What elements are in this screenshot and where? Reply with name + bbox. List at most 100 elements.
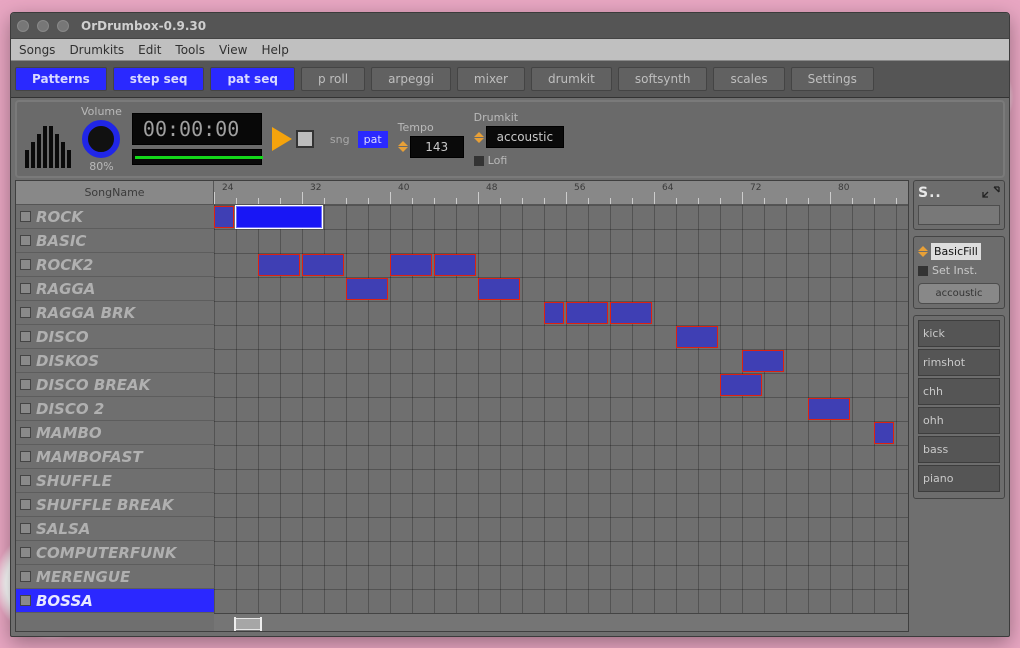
track-row[interactable]: RAGGA <box>16 277 214 301</box>
close-icon[interactable] <box>17 20 29 32</box>
sequence-grid[interactable] <box>214 205 908 613</box>
titlebar[interactable]: OrDrumbox-0.9.30 <box>11 13 1009 39</box>
track-row[interactable]: MERENGUE <box>16 565 214 589</box>
instrument-item[interactable]: kick <box>918 320 1000 347</box>
tab-step-seq[interactable]: step seq <box>113 67 205 91</box>
track-row[interactable]: MAMBOFAST <box>16 445 214 469</box>
track-row[interactable]: DISCO 2 <box>16 397 214 421</box>
tab-Settings[interactable]: Settings <box>791 67 874 91</box>
track-mute-checkbox[interactable] <box>20 499 31 510</box>
instrument-item[interactable]: piano <box>918 465 1000 492</box>
menu-tools[interactable]: Tools <box>175 43 205 60</box>
track-mute-checkbox[interactable] <box>20 427 31 438</box>
track-mute-checkbox[interactable] <box>20 403 31 414</box>
track-mute-checkbox[interactable] <box>20 331 31 342</box>
menu-drumkits[interactable]: Drumkits <box>69 43 124 60</box>
tempo-stepper[interactable] <box>398 141 408 152</box>
progress-bar[interactable] <box>132 149 262 165</box>
track-row[interactable]: BASIC <box>16 229 214 253</box>
tab-arpeggi[interactable]: arpeggi <box>371 67 451 91</box>
setinst-checkbox[interactable] <box>918 266 928 276</box>
tab-drumkit[interactable]: drumkit <box>531 67 612 91</box>
pattern-block[interactable] <box>214 206 234 228</box>
minimize-icon[interactable] <box>37 20 49 32</box>
track-row[interactable]: ROCK <box>16 205 214 229</box>
kit-button[interactable]: accoustic <box>918 283 1000 304</box>
track-mute-checkbox[interactable] <box>20 523 31 534</box>
pattern-block[interactable] <box>346 278 388 300</box>
tab-scales[interactable]: scales <box>713 67 784 91</box>
instrument-item[interactable]: ohh <box>918 407 1000 434</box>
track-mute-checkbox[interactable] <box>20 235 31 246</box>
play-button[interactable] <box>272 127 292 151</box>
track-name: MAMBOFAST <box>36 448 143 466</box>
track-row[interactable]: COMPUTERFUNK <box>16 541 214 565</box>
tab-p-roll[interactable]: p roll <box>301 67 365 91</box>
pattern-block[interactable] <box>742 350 784 372</box>
pattern-block[interactable] <box>610 302 652 324</box>
track-row[interactable]: MAMBO <box>16 421 214 445</box>
pattern-block[interactable] <box>258 254 300 276</box>
track-row[interactable]: SALSA <box>16 517 214 541</box>
horizontal-scrollbar[interactable] <box>214 613 908 631</box>
track-row[interactable]: DISCO BREAK <box>16 373 214 397</box>
drumkit-label: Drumkit <box>474 111 564 124</box>
track-row[interactable]: DISKOS <box>16 349 214 373</box>
pattern-block[interactable] <box>236 206 322 228</box>
track-row[interactable]: RAGGA BRK <box>16 301 214 325</box>
track-row[interactable]: SHUFFLE <box>16 469 214 493</box>
tab-pat-seq[interactable]: pat seq <box>210 67 294 91</box>
track-row[interactable]: DISCO <box>16 325 214 349</box>
tab-mixer[interactable]: mixer <box>457 67 525 91</box>
pattern-block[interactable] <box>676 326 718 348</box>
track-mute-checkbox[interactable] <box>20 595 31 606</box>
pattern-block[interactable] <box>808 398 850 420</box>
drumkit-stepper[interactable] <box>474 132 484 143</box>
drumkit-select[interactable]: accoustic <box>486 126 564 148</box>
side-search-input[interactable] <box>918 205 1000 225</box>
track-mute-checkbox[interactable] <box>20 259 31 270</box>
instrument-item[interactable]: rimshot <box>918 349 1000 376</box>
track-mute-checkbox[interactable] <box>20 211 31 222</box>
pattern-block[interactable] <box>390 254 432 276</box>
menu-edit[interactable]: Edit <box>138 43 161 60</box>
pattern-block[interactable] <box>874 422 894 444</box>
track-row[interactable]: BOSSA <box>16 589 214 613</box>
mode-song-chip[interactable]: sng <box>324 131 356 148</box>
track-mute-checkbox[interactable] <box>20 547 31 558</box>
track-mute-checkbox[interactable] <box>20 451 31 462</box>
pattern-block[interactable] <box>302 254 344 276</box>
knob-icon[interactable] <box>82 120 120 158</box>
track-mute-checkbox[interactable] <box>20 283 31 294</box>
mode-pattern-chip[interactable]: pat <box>358 131 388 148</box>
fill-stepper[interactable] <box>918 246 928 257</box>
track-mute-checkbox[interactable] <box>20 475 31 486</box>
pattern-block[interactable] <box>720 374 762 396</box>
time-ruler[interactable]: 2432404856647280 <box>214 181 908 205</box>
volume-knob[interactable]: Volume 80% <box>81 105 122 173</box>
maximize-icon[interactable] <box>57 20 69 32</box>
tab-softsynth[interactable]: softsynth <box>618 67 708 91</box>
track-mute-checkbox[interactable] <box>20 571 31 582</box>
track-mute-checkbox[interactable] <box>20 355 31 366</box>
pattern-block[interactable] <box>434 254 476 276</box>
track-mute-checkbox[interactable] <box>20 307 31 318</box>
scroll-thumb[interactable] <box>234 618 262 630</box>
pattern-block[interactable] <box>566 302 608 324</box>
tempo-input[interactable]: 143 <box>410 136 464 158</box>
ruler-label: 64 <box>662 183 673 193</box>
instrument-item[interactable]: chh <box>918 378 1000 405</box>
stop-button[interactable] <box>296 130 314 148</box>
track-mute-checkbox[interactable] <box>20 379 31 390</box>
menu-help[interactable]: Help <box>261 43 288 60</box>
expand-icon[interactable] <box>982 186 1000 201</box>
track-row[interactable]: SHUFFLE BREAK <box>16 493 214 517</box>
menu-view[interactable]: View <box>219 43 247 60</box>
track-row[interactable]: ROCK2 <box>16 253 214 277</box>
pattern-block[interactable] <box>544 302 564 324</box>
instrument-item[interactable]: bass <box>918 436 1000 463</box>
pattern-block[interactable] <box>478 278 520 300</box>
lofi-checkbox[interactable] <box>474 156 484 166</box>
tab-Patterns[interactable]: Patterns <box>15 67 107 91</box>
menu-songs[interactable]: Songs <box>19 43 55 60</box>
